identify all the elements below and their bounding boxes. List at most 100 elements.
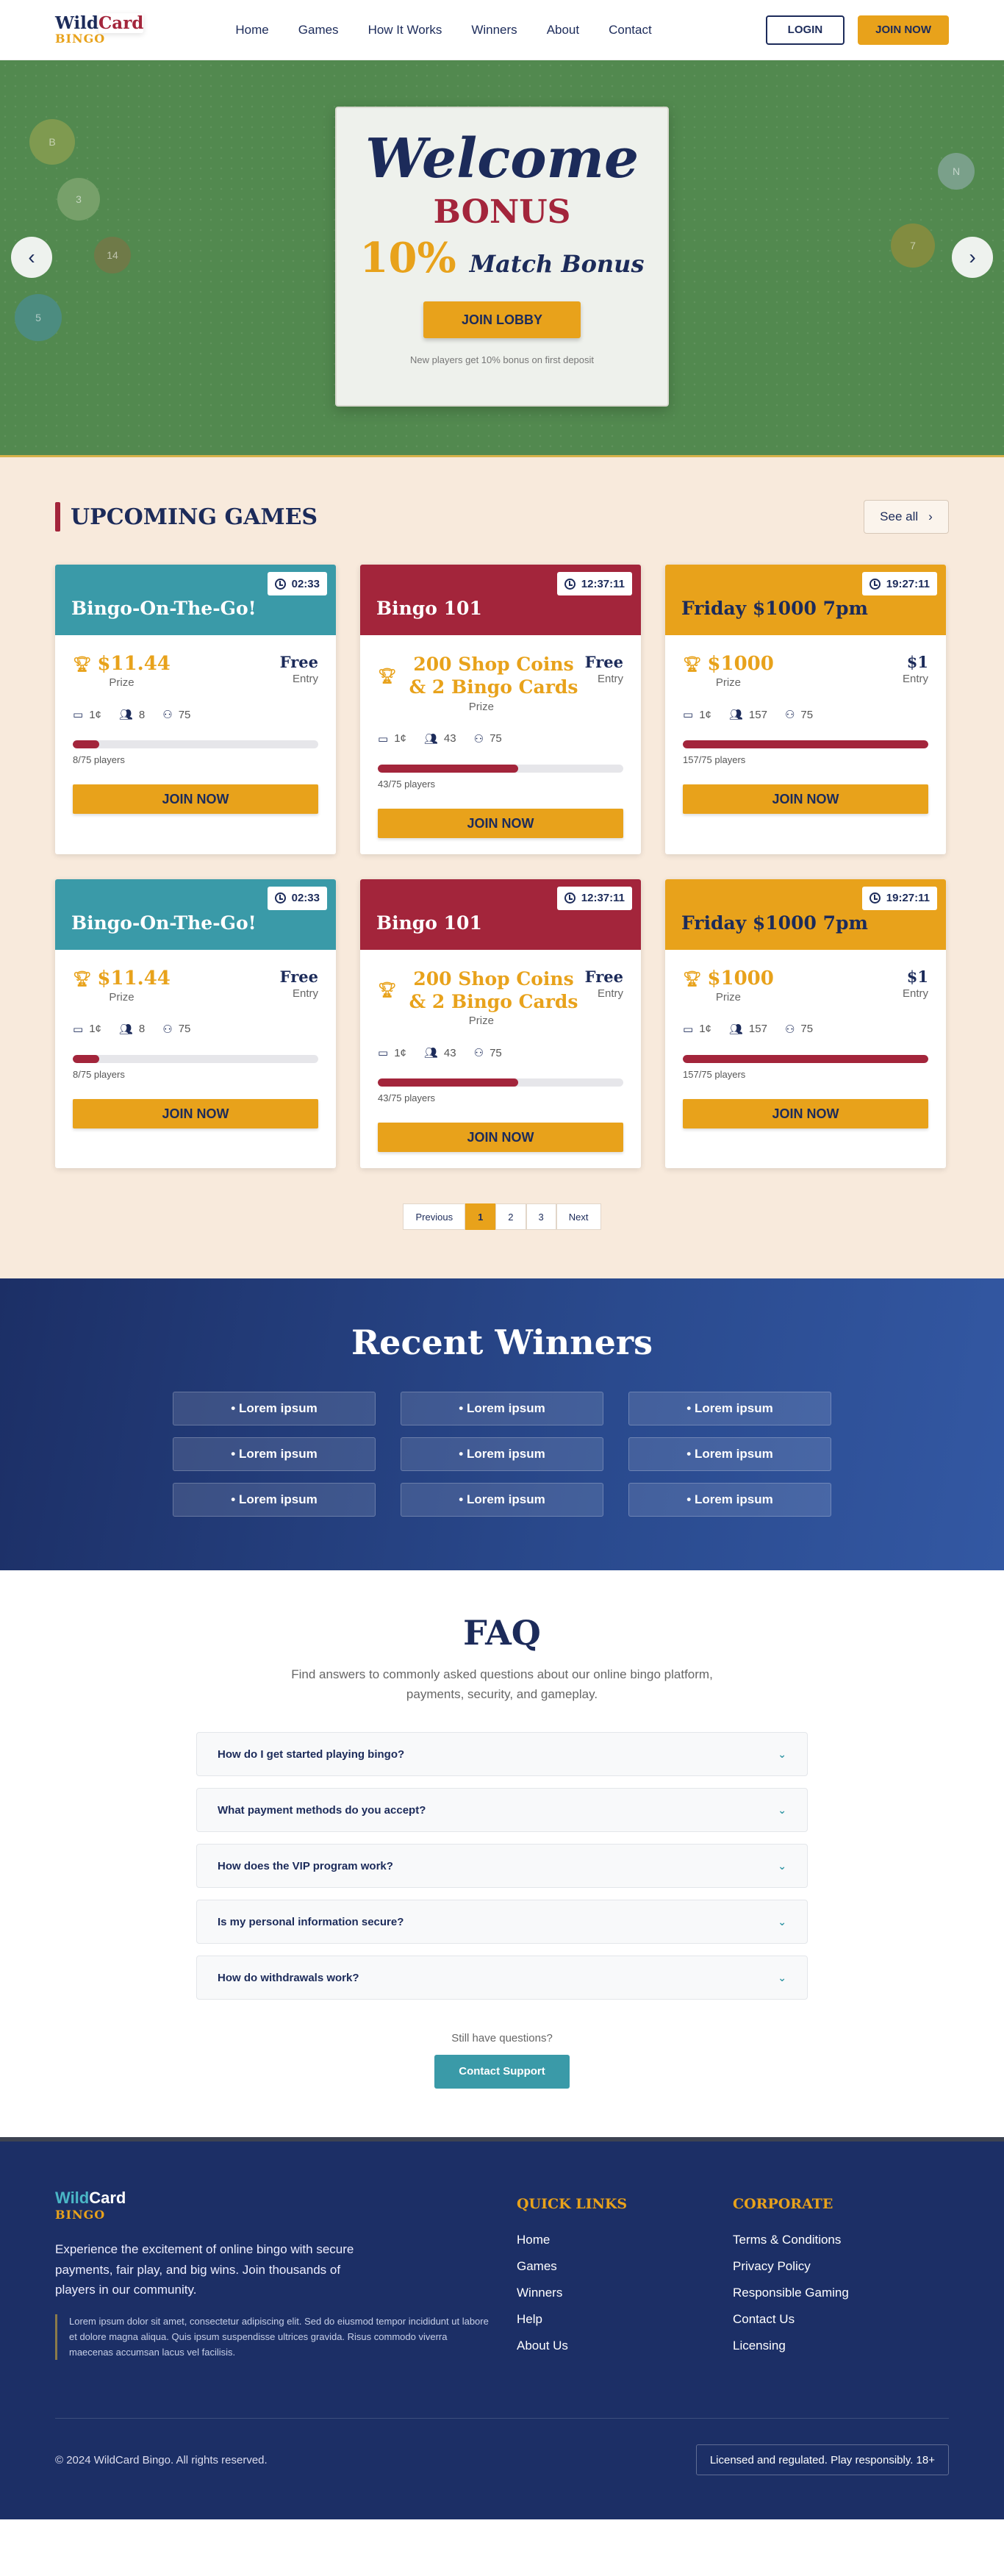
join-game-button[interactable]: JOIN NOW [683,784,928,814]
nav-about[interactable]: About [547,23,579,37]
corporate-title: CORPORATE [733,2196,833,2213]
chevron-left-icon: ‹ [28,246,35,268]
pagination-page-2[interactable]: 2 [495,1203,526,1230]
pagination-page-3[interactable]: 3 [526,1203,556,1230]
footer-link-winners[interactable]: Winners [517,2286,733,2300]
quick-links-column: QUICK LINKS Home Games Winners Help Abou… [517,2189,733,2360]
chevron-right-icon: › [969,246,976,268]
players-icon: 👥︎ [423,1047,438,1059]
main-nav: Home Games How It Works Winners About Co… [235,23,651,37]
players-progress-track [378,764,623,773]
pagination-next[interactable]: Next [556,1203,601,1230]
join-now-button[interactable]: JOIN NOW [858,15,949,45]
players-count: 8 [138,1023,146,1035]
game-card-header: 12:37:11 Bingo 101 [360,565,641,635]
clock-icon [869,578,881,590]
brand-logo[interactable]: WildCard BINGO [55,13,144,45]
players-progress-track [73,1054,318,1063]
login-button[interactable]: LOGIN [765,15,845,45]
footer-link-games[interactable]: Games [517,2259,733,2274]
balls-icon: ⚇ [162,709,173,721]
card-price: 1¢ [89,708,101,721]
pagination-page-1[interactable]: 1 [465,1203,496,1230]
join-game-button[interactable]: JOIN NOW [378,808,623,838]
join-game-button[interactable]: JOIN NOW [73,784,318,814]
pagination-prev[interactable]: Previous [403,1203,466,1230]
entry-label: Entry [292,673,318,685]
card-price: 1¢ [394,732,406,745]
players-text: 157/75 players [683,754,746,765]
footer-logo[interactable]: WildCard BINGO [55,2189,485,2222]
footer-link-terms[interactable]: Terms & Conditions [733,2233,949,2247]
still-have-questions: Still have questions? [451,2032,553,2045]
max-players: 75 [800,1023,814,1035]
nav-home[interactable]: Home [235,23,268,37]
carousel-next-button[interactable]: › [952,237,993,278]
faq-item[interactable]: What payment methods do you accept? ⌄ [196,1788,808,1833]
join-game-button[interactable]: JOIN NOW [683,1098,928,1128]
players-count: 157 [748,708,767,721]
players-icon: 👥︎ [728,709,743,721]
players-count: 43 [443,732,456,745]
faq-item[interactable]: How does the VIP program work? ⌄ [196,1844,808,1889]
quick-links-title: QUICK LINKS [517,2196,628,2213]
card-price: 1¢ [699,1023,711,1035]
nav-winners[interactable]: Winners [471,23,517,37]
players-icon: 👥︎ [118,709,133,721]
countdown-timer: 19:27:11 [861,886,937,910]
game-card: 19:27:11 Friday $1000 7pm 🏆︎ $1000 Prize $1 En… [665,565,946,854]
contact-support-button[interactable]: Contact Support [434,2055,570,2089]
faq-question: What payment methods do you accept? [218,1803,426,1817]
game-card: 02:33 Bingo-On-The-Go! 🏆︎ $11.44 Prize Free En… [55,565,336,854]
chevron-down-icon: ⌄ [778,1747,786,1760]
players-text: 8/75 players [73,754,125,765]
games-grid: 02:33 Bingo-On-The-Go! 🏆︎ $11.44 Prize Free En… [55,565,949,1168]
footer-logo-card: Card [89,2189,126,2208]
card-icon: ▭ [73,709,84,721]
nav-how-it-works[interactable]: How It Works [368,23,442,37]
upcoming-games-section: UPCOMING GAMES See all › 02:33 Bingo-On-T… [0,457,1004,1278]
recent-winners-section: Recent Winners • Lorem ipsum • Lorem ips… [0,1278,1004,1570]
trophy-icon: 🏆︎ [73,655,92,673]
join-lobby-button[interactable]: JOIN LOBBY [423,301,581,338]
trophy-icon: 🏆︎ [683,969,702,987]
footer-link-contact-us[interactable]: Contact Us [733,2312,949,2327]
players-count: 8 [138,708,146,721]
match-bonus-text: Match Bonus [469,250,645,278]
see-all-button[interactable]: See all › [864,500,949,534]
prize-label: Prize [715,676,742,689]
faq-item[interactable]: Is my personal information secure? ⌄ [196,1900,808,1944]
players-text: 8/75 players [73,1068,125,1080]
site-footer: WildCard BINGO Experience the excitement… [0,2137,1004,2520]
players-progress-fill [683,740,928,748]
carousel-prev-button[interactable]: ‹ [11,237,52,278]
players-progress-track [73,740,318,748]
welcome-heading: Welcome [365,127,639,190]
max-players: 75 [178,708,191,721]
winner-item: • Lorem ipsum [401,1392,603,1425]
section-accent-bar [55,502,60,532]
footer-link-about-us[interactable]: About Us [517,2339,733,2353]
site-header: WildCard BINGO Home Games How It Works W… [0,0,1004,60]
footer-link-home[interactable]: Home [517,2233,733,2247]
footer-link-responsible-gaming[interactable]: Responsible Gaming [733,2286,949,2300]
bingo-ball: B [29,119,75,165]
footer-link-help[interactable]: Help [517,2312,733,2327]
prize-value: 200 Shop Coins & 2 Bingo Cards [409,654,578,698]
footer-link-privacy[interactable]: Privacy Policy [733,2259,949,2274]
join-game-button[interactable]: JOIN NOW [73,1098,318,1128]
join-game-button[interactable]: JOIN NOW [378,1123,623,1152]
faq-item[interactable]: How do I get started playing bingo? ⌄ [196,1732,808,1777]
faq-item[interactable]: How do withdrawals work? ⌄ [196,1956,808,2000]
game-stats: ▭ 1¢ 👥︎ 157 ⚇ 75 [683,708,928,722]
game-stats: ▭ 1¢ 👥︎ 43 ⚇ 75 [378,732,623,745]
players-icon: 👥︎ [423,732,438,745]
entry-fee: $1 [906,653,928,671]
chevron-down-icon: ⌄ [778,1803,786,1816]
nav-games[interactable]: Games [298,23,339,37]
nav-contact[interactable]: Contact [609,23,652,37]
game-title: Bingo 101 [376,912,482,934]
faq-list: How do I get started playing bingo? ⌄ Wha… [196,1732,808,2000]
footer-link-licensing[interactable]: Licensing [733,2339,949,2353]
hero-banner: B 3 14 5 N 7 ‹ › Welcome BONUS 10% Match… [0,60,1004,457]
